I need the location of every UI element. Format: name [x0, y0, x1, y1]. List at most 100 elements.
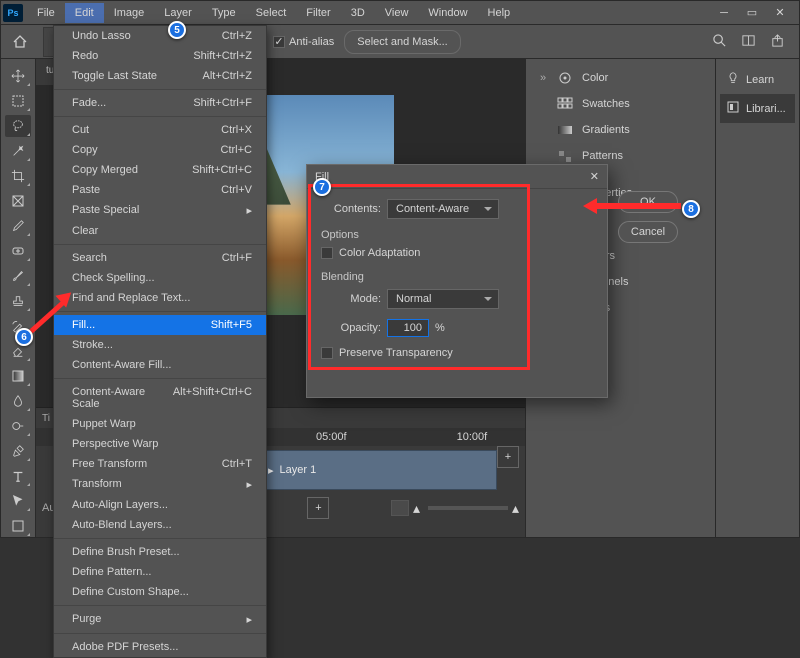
- libraries-icon: [726, 100, 740, 117]
- libraries-panel[interactable]: Librari...: [720, 94, 795, 123]
- timeline-zoom-slider[interactable]: [428, 506, 508, 510]
- menu-select[interactable]: Select: [246, 3, 297, 23]
- menu-item-search[interactable]: SearchCtrl+F: [54, 248, 266, 268]
- swatches-panel[interactable]: Swatches: [530, 91, 711, 117]
- menu-item-puppet-warp[interactable]: Puppet Warp: [54, 414, 266, 434]
- frame-tool[interactable]: [5, 190, 31, 212]
- workspace-icon[interactable]: [741, 33, 756, 51]
- menu-image[interactable]: Image: [104, 3, 155, 23]
- home-icon[interactable]: [9, 31, 31, 53]
- timeline-options-icon[interactable]: [391, 500, 409, 516]
- menubar: Ps File Edit Image Layer Type Select Fil…: [1, 1, 799, 25]
- menu-file[interactable]: File: [27, 3, 65, 23]
- menu-item-transform[interactable]: Transform▸: [54, 474, 266, 495]
- menu-item-auto-align-layers: Auto-Align Layers...: [54, 495, 266, 515]
- menu-item-undo-lasso[interactable]: Undo LassoCtrl+Z: [54, 26, 266, 46]
- menu-edit[interactable]: Edit: [65, 3, 104, 23]
- marker-5: 5: [168, 21, 186, 39]
- clip-label: Layer 1: [280, 464, 317, 476]
- menu-item-copy[interactable]: CopyCtrl+C: [54, 140, 266, 160]
- path-select-tool[interactable]: [5, 490, 31, 512]
- cancel-button[interactable]: Cancel: [618, 221, 678, 243]
- eyedropper-tool[interactable]: [5, 215, 31, 237]
- menu-layer[interactable]: Layer: [154, 3, 202, 23]
- maximize-button[interactable]: ▭: [745, 6, 759, 20]
- marker-6: 6: [15, 328, 33, 346]
- zoom-in-icon[interactable]: ▴: [512, 500, 519, 517]
- menu-item-define-pattern[interactable]: Define Pattern...: [54, 562, 266, 582]
- color-panel[interactable]: »Color: [530, 65, 711, 91]
- crop-tool[interactable]: [5, 165, 31, 187]
- add-track-button[interactable]: +: [497, 446, 519, 468]
- menu-view[interactable]: View: [375, 3, 419, 23]
- type-tool[interactable]: [5, 465, 31, 487]
- menu-help[interactable]: Help: [478, 3, 521, 23]
- share-icon[interactable]: [770, 33, 785, 51]
- menu-item-find-and-replace-text[interactable]: Find and Replace Text...: [54, 288, 266, 308]
- select-and-mask-button[interactable]: Select and Mask...: [344, 30, 461, 54]
- contents-select[interactable]: Content-Aware: [387, 199, 499, 219]
- wand-tool[interactable]: [5, 140, 31, 162]
- gradients-icon: [556, 122, 574, 138]
- menu-item-cut[interactable]: CutCtrl+X: [54, 120, 266, 140]
- menu-filter[interactable]: Filter: [296, 3, 340, 23]
- zoom-out-icon[interactable]: ▴: [413, 500, 420, 517]
- ps-logo: Ps: [3, 4, 23, 22]
- close-button[interactable]: ✕: [773, 6, 787, 20]
- menu-item-content-aware-fill[interactable]: Content-Aware Fill...: [54, 355, 266, 375]
- add-audio-button[interactable]: +: [307, 497, 329, 519]
- dodge-tool[interactable]: [5, 415, 31, 437]
- menu-item-paste[interactable]: PasteCtrl+V: [54, 180, 266, 200]
- menu-3d[interactable]: 3D: [341, 3, 375, 23]
- menu-item-copy-merged[interactable]: Copy MergedShift+Ctrl+C: [54, 160, 266, 180]
- marker-7: 7: [313, 178, 331, 196]
- blending-section-label: Blending: [321, 271, 593, 283]
- menu-item-content-aware-scale[interactable]: Content-Aware ScaleAlt+Shift+Ctrl+C: [54, 382, 266, 414]
- toolbox: [1, 59, 36, 537]
- antialias-checkbox[interactable]: ✓Anti-alias: [273, 36, 334, 48]
- menu-item-stroke[interactable]: Stroke...: [54, 335, 266, 355]
- preserve-transparency-checkbox[interactable]: [321, 347, 333, 359]
- bulb-icon: [726, 71, 740, 88]
- contents-label: Contents:: [321, 203, 381, 215]
- move-tool[interactable]: [5, 65, 31, 87]
- stamp-tool[interactable]: [5, 290, 31, 312]
- menu-type[interactable]: Type: [202, 3, 246, 23]
- menu-item-free-transform[interactable]: Free TransformCtrl+T: [54, 454, 266, 474]
- color-adaptation-checkbox[interactable]: [321, 247, 333, 259]
- menu-item-fade: Fade...Shift+Ctrl+F: [54, 93, 266, 113]
- menu-window[interactable]: Window: [418, 3, 477, 23]
- gradients-panel[interactable]: Gradients: [530, 117, 711, 143]
- shape-tool[interactable]: [5, 515, 31, 537]
- color-icon: [556, 70, 574, 86]
- search-icon[interactable]: [712, 33, 727, 51]
- menu-item-adobe-pdf-presets[interactable]: Adobe PDF Presets...: [54, 637, 266, 657]
- dialog-close-icon[interactable]: ✕: [590, 170, 599, 183]
- opacity-label: Opacity:: [321, 322, 381, 334]
- menu-item-toggle-last-state[interactable]: Toggle Last StateAlt+Ctrl+Z: [54, 66, 266, 86]
- learn-panel[interactable]: Learn: [720, 65, 795, 94]
- menu-item-purge[interactable]: Purge▸: [54, 609, 266, 630]
- brush-tool[interactable]: [5, 265, 31, 287]
- lasso-tool[interactable]: [5, 115, 31, 137]
- marquee-tool[interactable]: [5, 90, 31, 112]
- menu-item-check-spelling[interactable]: Check Spelling...: [54, 268, 266, 288]
- pen-tool[interactable]: [5, 440, 31, 462]
- heal-tool[interactable]: [5, 240, 31, 262]
- mode-select[interactable]: Normal: [387, 289, 499, 309]
- gradient-tool[interactable]: [5, 365, 31, 387]
- fill-dialog: Fill✕ Contents:Content-Aware Options Col…: [306, 164, 608, 398]
- ok-button[interactable]: OK: [618, 191, 678, 213]
- menu-item-define-brush-preset[interactable]: Define Brush Preset...: [54, 542, 266, 562]
- menu-item-fill[interactable]: Fill...Shift+F5: [54, 315, 266, 335]
- swatches-icon: [556, 96, 574, 112]
- menu-item-clear[interactable]: Clear: [54, 221, 266, 241]
- patterns-icon: [556, 148, 574, 164]
- blur-tool[interactable]: [5, 390, 31, 412]
- menu-item-auto-blend-layers: Auto-Blend Layers...: [54, 515, 266, 535]
- menu-item-perspective-warp[interactable]: Perspective Warp: [54, 434, 266, 454]
- minimize-button[interactable]: ─: [717, 6, 731, 20]
- menu-item-paste-special[interactable]: Paste Special▸: [54, 200, 266, 221]
- opacity-input[interactable]: 100: [387, 319, 429, 337]
- options-section-label: Options: [321, 229, 593, 241]
